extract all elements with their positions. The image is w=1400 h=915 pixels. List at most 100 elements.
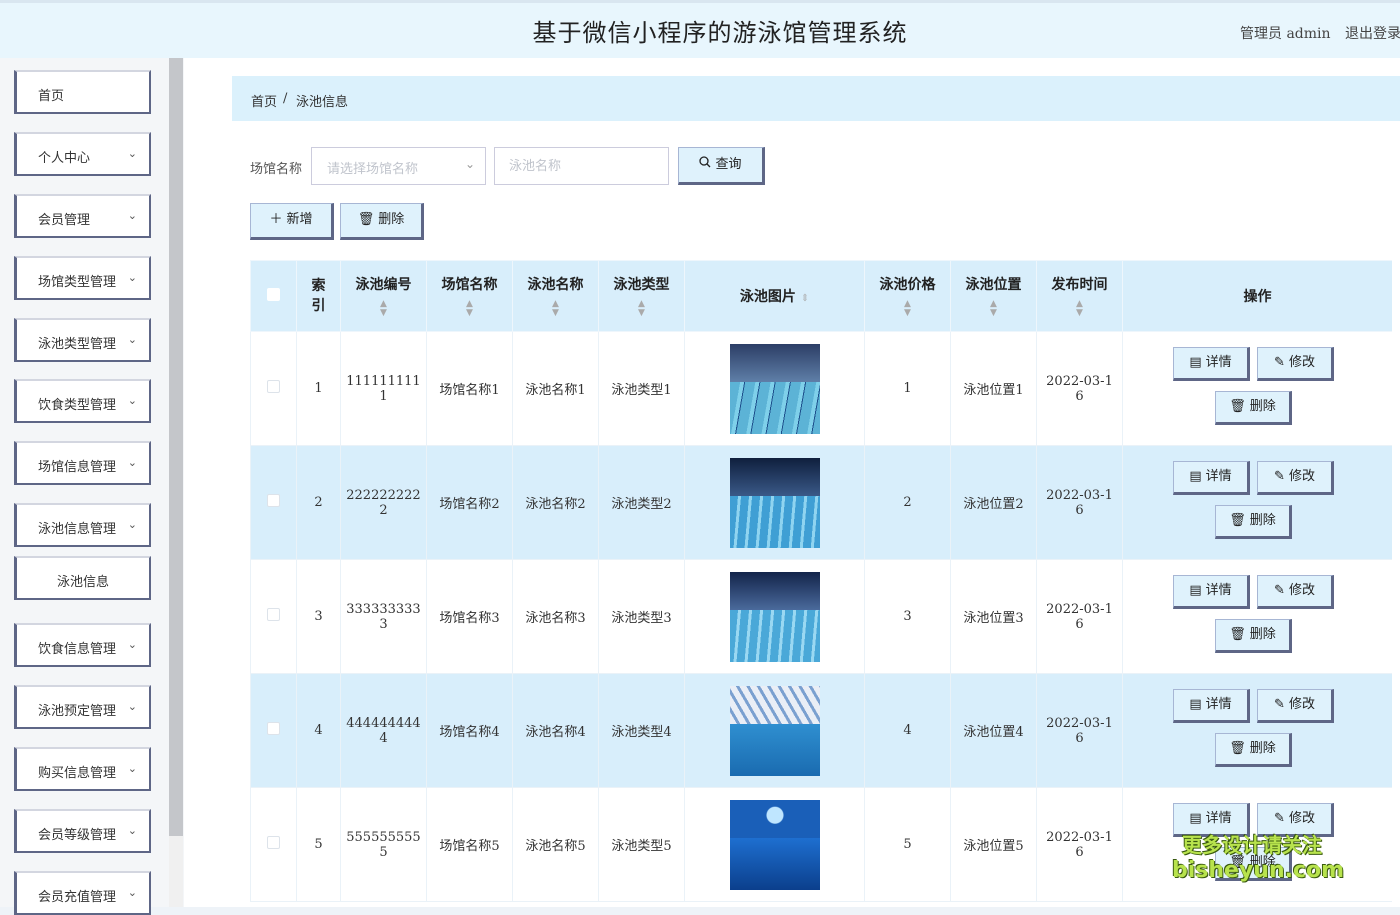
- chevron-down-icon: ⌄: [127, 333, 137, 346]
- pool-image[interactable]: [729, 685, 820, 776]
- header-code[interactable]: 泳池编号 ▲ ▼: [340, 260, 427, 332]
- batch-delete-button[interactable]: 🗑 删除: [340, 203, 424, 240]
- pool-image[interactable]: [729, 457, 820, 548]
- pool-image[interactable]: [729, 799, 820, 890]
- query-button[interactable]: 查询: [678, 147, 765, 185]
- pool-image[interactable]: [729, 343, 820, 434]
- checkbox[interactable]: [267, 380, 280, 393]
- checkbox[interactable]: [267, 608, 280, 621]
- edit-icon: ✎: [1274, 469, 1285, 484]
- cell-time: 2022-03-1 6: [1036, 331, 1123, 446]
- sidebar-item-pool-types[interactable]: 泳池类型管理 ⌄: [14, 318, 151, 362]
- edit-icon: ✎: [1274, 811, 1285, 826]
- detail-button[interactable]: ▤ 详情: [1173, 461, 1250, 495]
- cell-code: 444444444 4: [340, 673, 427, 788]
- sort-icon[interactable]: ▲ ▼: [865, 300, 950, 318]
- venue-select-placeholder: 请选择场馆名称: [327, 162, 419, 177]
- sidebar-item-food-info[interactable]: 饮食信息管理 ⌄: [14, 623, 151, 667]
- sort-icon[interactable]: ▲ ▼: [427, 300, 512, 318]
- chevron-down-icon: ⌄: [127, 518, 137, 531]
- pool-image[interactable]: [729, 571, 820, 662]
- edit-icon: ✎: [1274, 697, 1285, 712]
- document-icon: ▤: [1189, 469, 1202, 484]
- cell-type: 泳池类型3: [598, 559, 685, 674]
- checkbox[interactable]: [267, 494, 280, 507]
- cell-name: 泳池名称3: [512, 559, 599, 674]
- add-button[interactable]: ＋新增: [250, 203, 334, 240]
- delete-button[interactable]: 🗑 删除: [1215, 391, 1292, 425]
- delete-button[interactable]: 🗑 删除: [1215, 733, 1292, 767]
- sidebar-item-food-types[interactable]: 饮食类型管理 ⌄: [14, 379, 151, 423]
- cell-ops: ▤ 详情 ✎ 修改 🗑 删除: [1122, 445, 1392, 560]
- header-location[interactable]: 泳池位置 ▲ ▼: [950, 260, 1037, 332]
- cell-location: 泳池位置1: [950, 331, 1037, 446]
- document-icon: ▤: [1189, 697, 1202, 712]
- edit-button[interactable]: ✎ 修改: [1257, 347, 1334, 381]
- table-row: 4 444444444 4 场馆名称4 泳池名称4 泳池类型4 4 泳池位置4 2…: [250, 673, 1392, 788]
- checkbox[interactable]: [267, 287, 280, 301]
- pool-name-input[interactable]: [494, 147, 669, 185]
- edit-button[interactable]: ✎ 修改: [1257, 689, 1334, 723]
- detail-button[interactable]: ▤ 详情: [1173, 347, 1250, 381]
- edit-button[interactable]: ✎ 修改: [1257, 575, 1334, 609]
- cell-time: 2022-03-1 6: [1036, 445, 1123, 560]
- sidebar-item-venue-info[interactable]: 场馆信息管理 ⌄: [14, 441, 151, 485]
- document-icon: ▤: [1189, 811, 1202, 826]
- cell-index: 3: [296, 559, 341, 674]
- sidebar-item-profile[interactable]: 个人中心 ⌄: [14, 132, 151, 176]
- delete-button[interactable]: 🗑 删除: [1215, 619, 1292, 653]
- sidebar-item-recharge[interactable]: 会员充值管理 ⌄: [14, 871, 151, 915]
- sidebar-item-member-levels[interactable]: 会员等级管理 ⌄: [14, 809, 151, 853]
- sidebar-item-members[interactable]: 会员管理 ⌄: [14, 194, 151, 238]
- detail-button[interactable]: ▤ 详情: [1173, 689, 1250, 723]
- header-type[interactable]: 泳池类型 ▲ ▼: [598, 260, 685, 332]
- sort-icon[interactable]: ▲ ▼: [513, 300, 598, 318]
- header-index: 索引: [296, 260, 341, 332]
- header-image[interactable]: 泳池图片 ⇕: [684, 260, 865, 332]
- cell-code: 555555555 5: [340, 787, 427, 902]
- cell-ops: ▤ 详情 ✎ 修改 🗑 删除: [1122, 559, 1392, 674]
- edit-button[interactable]: ✎ 修改: [1257, 461, 1334, 495]
- delete-button[interactable]: 🗑 删除: [1215, 505, 1292, 539]
- sidebar-item-home[interactable]: 首页: [14, 70, 151, 114]
- chevron-down-icon: ⌄: [127, 824, 137, 837]
- sidebar-scrollbar-thumb[interactable]: [169, 58, 183, 836]
- sidebar-item-pool-booking[interactable]: 泳池预定管理 ⌄: [14, 685, 151, 729]
- chevron-down-icon: ⌄: [127, 271, 137, 284]
- sort-icon[interactable]: ▲ ▼: [1037, 300, 1122, 318]
- chevron-down-icon: ⌄: [127, 762, 137, 775]
- venue-filter-label: 场馆名称: [250, 162, 303, 177]
- chevron-down-icon: ⌄: [464, 157, 475, 171]
- header-venue[interactable]: 场馆名称 ▲ ▼: [426, 260, 513, 332]
- header-select-all[interactable]: [250, 260, 297, 332]
- logout-link[interactable]: 退出登录: [1345, 23, 1400, 43]
- detail-button[interactable]: ▤ 详情: [1173, 575, 1250, 609]
- sort-icon[interactable]: ▲ ▼: [951, 300, 1036, 318]
- checkbox[interactable]: [267, 722, 280, 735]
- cell-ops: ▤ 详情 ✎ 修改 🗑 删除: [1122, 673, 1392, 788]
- header-price[interactable]: 泳池价格 ▲ ▼: [864, 260, 951, 332]
- venue-select[interactable]: 请选择场馆名称 ⌄: [311, 147, 486, 185]
- header-time[interactable]: 发布时间 ▲ ▼: [1036, 260, 1123, 332]
- sidebar-subitem-pool-info[interactable]: 泳池信息: [14, 556, 151, 600]
- checkbox[interactable]: [267, 836, 280, 849]
- table-row: 1 111111111 1 场馆名称1 泳池名称1 泳池类型1 1 泳池位置1 2…: [250, 331, 1392, 446]
- table-row: 3 333333333 3 场馆名称3 泳池名称3 泳池类型3 3 泳池位置3 2…: [250, 559, 1392, 674]
- sort-icon[interactable]: ▲ ▼: [599, 300, 684, 318]
- sidebar-item-purchases[interactable]: 购买信息管理 ⌄: [14, 747, 151, 791]
- cell-price: 3: [864, 559, 951, 674]
- cell-image: [684, 673, 865, 788]
- sort-icon[interactable]: ⇕: [801, 293, 809, 304]
- header-name[interactable]: 泳池名称 ▲ ▼: [512, 260, 599, 332]
- current-user: 管理员 admin: [1240, 26, 1331, 42]
- breadcrumb: 首页 / 泳池信息: [232, 76, 1400, 121]
- cell-price: 4: [864, 673, 951, 788]
- cell-price: 2: [864, 445, 951, 560]
- sidebar-item-pool-info-mgmt[interactable]: 泳池信息管理 ⌄: [14, 503, 151, 547]
- watermark: 更多设计请关注 bisheyun.com: [1172, 833, 1345, 883]
- sidebar-item-venue-types[interactable]: 场馆类型管理 ⌄: [14, 256, 151, 300]
- sort-icon[interactable]: ▲ ▼: [341, 300, 426, 318]
- chevron-down-icon: ⌄: [127, 456, 137, 469]
- breadcrumb-home[interactable]: 首页: [251, 91, 277, 110]
- cell-venue: 场馆名称3: [426, 559, 513, 674]
